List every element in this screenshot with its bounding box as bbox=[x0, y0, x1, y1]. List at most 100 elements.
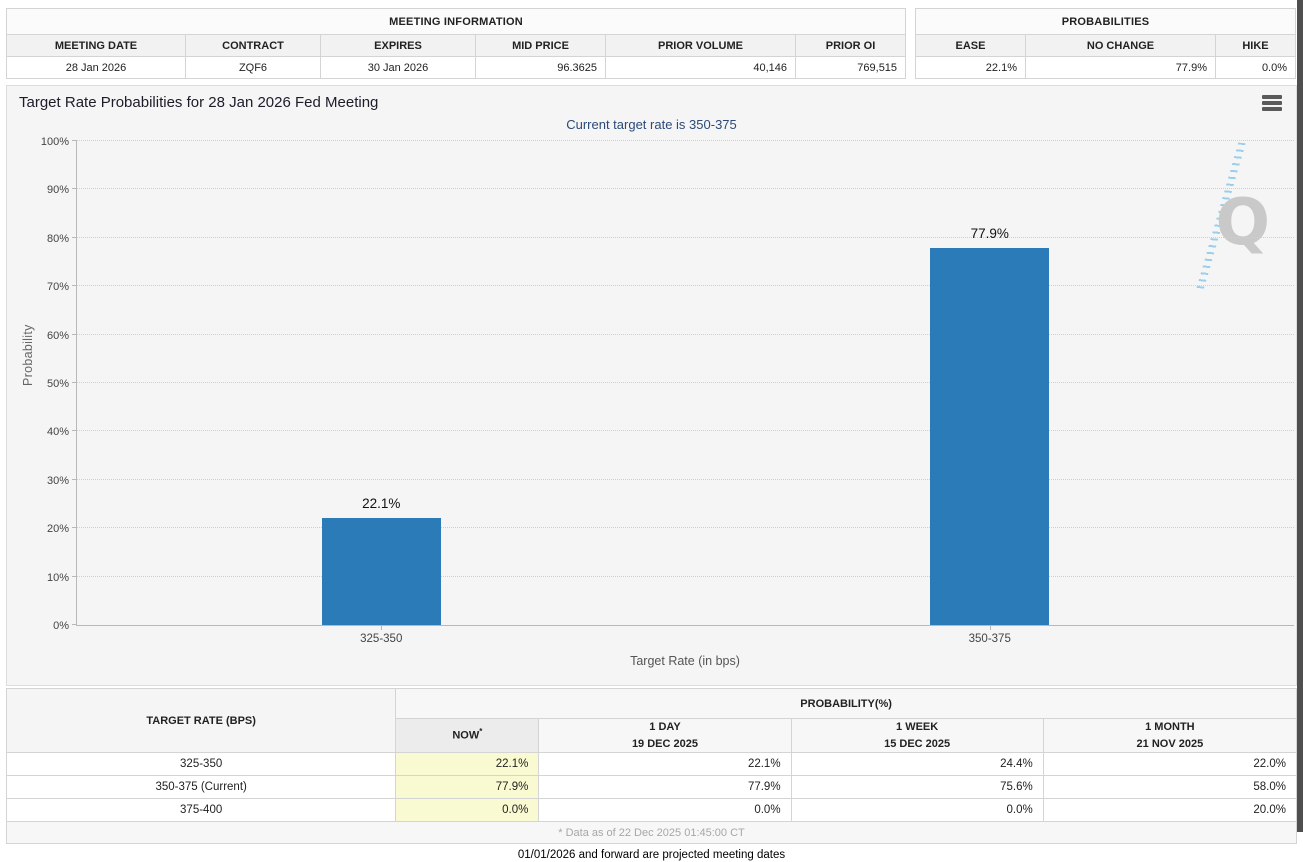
no-change-value: 77.9% bbox=[1025, 56, 1216, 79]
menu-bar bbox=[1262, 101, 1282, 105]
now-cell: 22.1% bbox=[395, 752, 540, 776]
chart-title: Target Rate Probabilities for 28 Jan 202… bbox=[19, 94, 379, 111]
rate-column-header: TARGET RATE (BPS) bbox=[5, 688, 397, 753]
probability-group-header: PROBABILITY(%) bbox=[395, 688, 1297, 719]
now-label: NOW bbox=[452, 730, 480, 743]
plot-area: 0% 10% 20% 30% 40% 50% 60% 70% 80% 90% 100% 22.1% 32… bbox=[41, 136, 1294, 645]
week-cell: 24.4% bbox=[790, 752, 1044, 776]
ease-value: 22.1% bbox=[915, 56, 1026, 79]
x-category-label: 325-350 bbox=[360, 633, 403, 645]
rate-cell: 350-375 (Current) bbox=[5, 775, 397, 799]
day-column-header: 1 DAY 19 DEC 2025 bbox=[538, 718, 792, 753]
day-date: 19 DEC 2025 bbox=[631, 737, 698, 750]
y-tick-label: 80% bbox=[46, 232, 69, 245]
y-tick-mark bbox=[72, 382, 77, 383]
table-row: 350-375 (Current) 77.9% 77.9% 75.6% 58.0… bbox=[5, 775, 1298, 799]
y-gridline bbox=[77, 333, 1294, 335]
y-tick-mark bbox=[72, 478, 77, 480]
menu-bar bbox=[1262, 107, 1282, 111]
now-cell: 0.0% bbox=[395, 798, 540, 822]
probability-chart-panel: Target Rate Probabilities for 28 Jan 202… bbox=[6, 85, 1297, 686]
y-gridline bbox=[77, 575, 1294, 577]
chart-menu-icon[interactable] bbox=[1262, 95, 1282, 111]
week-column-header: 1 WEEK 15 DEC 2025 bbox=[790, 718, 1044, 753]
month-cell: 22.0% bbox=[1042, 752, 1298, 776]
menu-bar bbox=[1262, 95, 1282, 99]
y-tick-label: 30% bbox=[46, 474, 69, 487]
y-tick-label: 0% bbox=[53, 620, 69, 632]
rate-cell: 375-400 bbox=[5, 798, 397, 822]
bar-value-label: 77.9% bbox=[970, 225, 1009, 241]
y-tick-label: 60% bbox=[46, 329, 69, 342]
y-tick-mark bbox=[72, 188, 77, 190]
y-tick-mark bbox=[72, 624, 77, 625]
probabilities-title: PROBABILITIES bbox=[914, 8, 1297, 35]
y-gridline bbox=[77, 236, 1294, 238]
col-contract: CONTRACT bbox=[185, 34, 321, 57]
y-tick-label: 10% bbox=[46, 571, 69, 584]
probability-bar-350-375 bbox=[930, 247, 1050, 625]
day-cell: 0.0% bbox=[538, 798, 792, 822]
prior-volume-value: 40,146 bbox=[605, 56, 796, 79]
vertical-scrollbar[interactable] bbox=[1297, 0, 1303, 832]
history-table-wrap: TARGET RATE (BPS) PROBABILITY(%) NOW* 1 … bbox=[5, 688, 1298, 844]
month-date: 21 NOV 2025 bbox=[1136, 737, 1204, 750]
x-category-label: 350-375 bbox=[968, 633, 1011, 645]
y-gridline bbox=[77, 430, 1294, 432]
meeting-information-table: MEETING INFORMATION MEETING DATE CONTRAC… bbox=[5, 8, 907, 79]
y-gridline bbox=[77, 478, 1294, 480]
meeting-date-value: 28 Jan 2026 bbox=[6, 56, 186, 79]
y-gridline bbox=[77, 285, 1294, 287]
data-asof-footnote: * Data as of 22 Dec 2025 01:45:00 CT bbox=[6, 821, 1297, 844]
week-cell: 75.6% bbox=[790, 775, 1044, 799]
x-tick-mark bbox=[989, 625, 991, 630]
y-tick-mark bbox=[72, 236, 77, 238]
meeting-information-title: MEETING INFORMATION bbox=[5, 8, 907, 35]
day-cell: 22.1% bbox=[538, 752, 792, 776]
probabilities-table: PROBABILITIES EASE NO CHANGE HIKE 22.1% … bbox=[914, 8, 1297, 79]
day-cell: 77.9% bbox=[538, 775, 792, 799]
y-gridline bbox=[77, 527, 1294, 529]
probability-bar-325-350 bbox=[321, 518, 441, 625]
y-tick-label: 50% bbox=[46, 378, 69, 390]
col-ease: EASE bbox=[915, 34, 1026, 57]
projected-dates-note: 01/01/2026 and forward are projected mee… bbox=[517, 849, 786, 861]
week-date: 15 DEC 2025 bbox=[884, 737, 951, 750]
y-gridline bbox=[77, 382, 1294, 383]
x-axis-title: Target Rate (in bps) bbox=[630, 654, 740, 668]
y-gridline bbox=[77, 140, 1294, 141]
col-mid-price: MID PRICE bbox=[475, 34, 606, 57]
prior-oi-value: 769,515 bbox=[794, 56, 907, 79]
week-label: 1 WEEK bbox=[896, 721, 939, 733]
table-row: 375-400 0.0% 0.0% 0.0% 20.0% bbox=[5, 798, 1298, 822]
now-asterisk: * bbox=[479, 727, 483, 737]
y-tick-label: 40% bbox=[46, 426, 69, 439]
month-column-header: 1 MONTH 21 NOV 2025 bbox=[1042, 718, 1298, 753]
col-hike: HIKE bbox=[1214, 34, 1297, 57]
x-tick-mark bbox=[381, 625, 383, 630]
y-tick-mark bbox=[72, 140, 77, 141]
expires-value: 30 Jan 2026 bbox=[320, 56, 476, 79]
week-cell: 0.0% bbox=[790, 798, 1044, 822]
col-no-change: NO CHANGE bbox=[1025, 34, 1216, 57]
y-tick-mark bbox=[72, 333, 77, 335]
col-prior-volume: PRIOR VOLUME bbox=[605, 34, 796, 57]
chart-subtitle: Current target rate is 350-375 bbox=[566, 117, 737, 132]
y-tick-mark bbox=[72, 575, 77, 577]
now-column-header: NOW* bbox=[395, 718, 540, 753]
y-tick-mark bbox=[72, 430, 77, 432]
month-cell: 20.0% bbox=[1042, 798, 1298, 822]
y-gridline bbox=[77, 188, 1294, 190]
mid-price-value: 96.3625 bbox=[475, 56, 606, 79]
now-cell: 77.9% bbox=[395, 775, 540, 799]
bar-value-label: 22.1% bbox=[362, 496, 401, 512]
y-tick-label: 70% bbox=[46, 281, 69, 294]
hike-value: 0.0% bbox=[1214, 56, 1297, 79]
rate-cell: 325-350 bbox=[5, 752, 397, 776]
col-meeting-date: MEETING DATE bbox=[6, 34, 186, 57]
month-label: 1 MONTH bbox=[1145, 721, 1195, 733]
probability-history-table: TARGET RATE (BPS) PROBABILITY(%) NOW* 1 … bbox=[5, 688, 1298, 844]
month-cell: 58.0% bbox=[1042, 775, 1298, 799]
y-tick-label: 90% bbox=[46, 184, 69, 197]
table-row: 325-350 22.1% 22.1% 24.4% 22.0% bbox=[5, 752, 1298, 776]
